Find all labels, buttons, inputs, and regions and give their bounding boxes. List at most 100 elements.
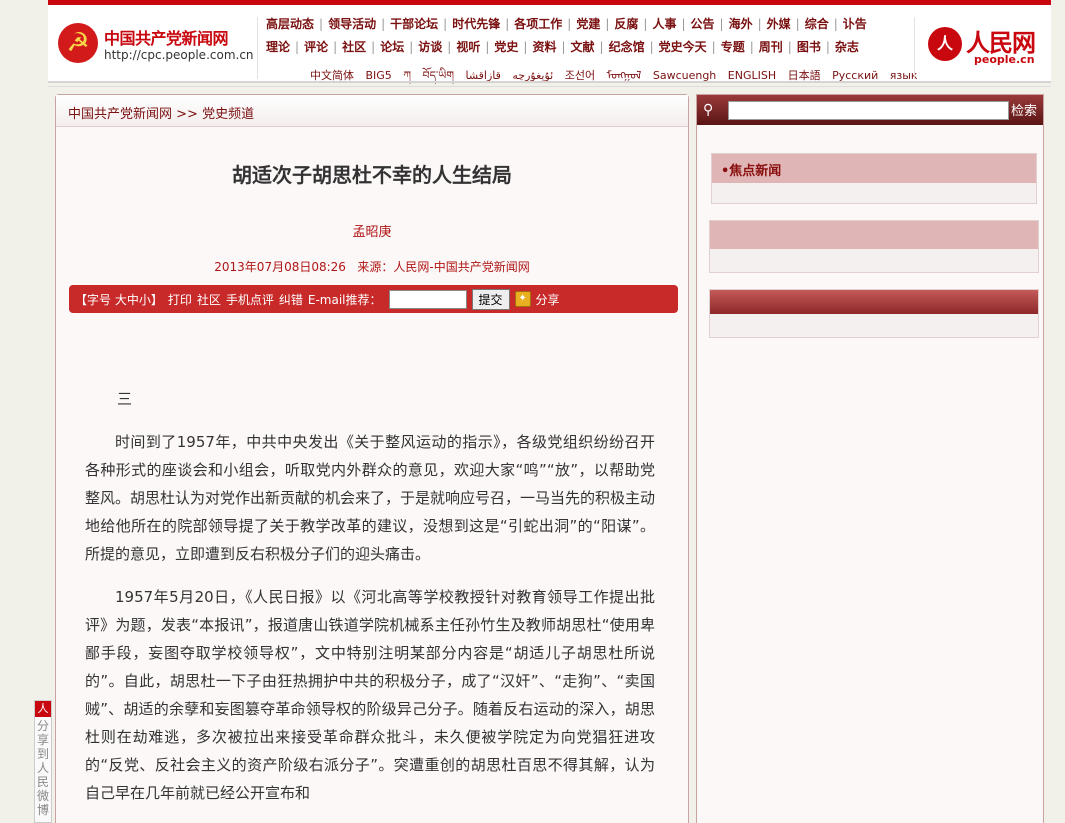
- search-button[interactable]: 检索: [1011, 100, 1037, 119]
- breadcrumb-channel-link[interactable]: 党史频道: [202, 107, 254, 122]
- sidebar-box-header: [710, 221, 1038, 249]
- breadcrumb-separator: >>: [176, 107, 198, 122]
- nav-separator: |: [825, 40, 830, 54]
- nav-link[interactable]: 理论: [266, 40, 290, 54]
- nav-separator: |: [749, 40, 754, 54]
- mobile-comment-link[interactable]: 手机点评: [226, 291, 274, 308]
- sidebar-box: [709, 289, 1039, 338]
- nav-separator: |: [719, 17, 724, 31]
- nav-link[interactable]: 资料: [532, 40, 556, 54]
- search-bar: ⚲ 检索: [697, 95, 1043, 125]
- font-size-control[interactable]: 【字号 大中小】: [75, 291, 163, 308]
- focus-news-box: •焦点新闻: [711, 153, 1037, 204]
- nav-separator: |: [409, 40, 414, 54]
- nav-link[interactable]: 周刊: [759, 40, 783, 54]
- weibo-share-widget[interactable]: 人 分享到人民微博: [34, 700, 52, 823]
- main-nav-row-2: 理论 | 评论 | 社区 | 论坛 | 访谈 | 视听 | 党史 | 资料 | 文献 | 纪念馆 | 党史今天 | 专题 | 周…: [266, 38, 859, 55]
- nav-link[interactable]: 人事: [652, 17, 676, 31]
- nav-link[interactable]: 论坛: [380, 40, 404, 54]
- nav-link[interactable]: 各项工作: [514, 17, 562, 31]
- search-input[interactable]: [728, 101, 1009, 120]
- nav-link[interactable]: 综合: [805, 17, 829, 31]
- nav-separator: |: [447, 40, 452, 54]
- nav-separator: |: [381, 17, 386, 31]
- article-author[interactable]: 孟昭庚: [56, 221, 688, 240]
- nav-separator: |: [505, 17, 510, 31]
- nav-link[interactable]: 党史: [494, 40, 518, 54]
- header-divider-line: [48, 81, 1051, 83]
- breadcrumb: 中国共产党新闻网 >> 党史频道: [56, 95, 688, 127]
- article-toolbar: 【字号 大中小】 打印 社区 手机点评 纠错 E-mail推荐： 提交 ✦ 分享: [69, 285, 678, 313]
- people-logo-url: people.cn: [974, 53, 1035, 66]
- nav-separator: |: [561, 40, 566, 54]
- weibo-share-label: 分享到人民微博: [36, 719, 49, 817]
- header-divider: [257, 17, 258, 79]
- nav-link[interactable]: 纪念馆: [609, 40, 645, 54]
- share-link[interactable]: 分享: [536, 291, 560, 308]
- nav-separator: |: [795, 17, 800, 31]
- nav-separator: |: [787, 40, 792, 54]
- community-link[interactable]: 社区: [197, 291, 221, 308]
- nav-separator: |: [711, 40, 716, 54]
- nav-link[interactable]: 文献: [571, 40, 595, 54]
- nav-separator: |: [333, 40, 338, 54]
- article-source[interactable]: 来源：人民网-中国共产党新闻网: [357, 260, 529, 274]
- nav-link[interactable]: 党建: [576, 17, 600, 31]
- language-links[interactable]: 中文简体 BIG5 ཀ བོད་ཡིག ئۇيغۇرچە قازاقشا 조선어…: [310, 63, 918, 94]
- focus-news-heading[interactable]: •焦点新闻: [712, 154, 1036, 183]
- people-logo[interactable]: 人 人民网 people.cn: [928, 25, 1038, 71]
- breadcrumb-home-link[interactable]: 中国共产党新闻网: [68, 107, 172, 122]
- article-panel: 中国共产党新闻网 >> 党史频道 胡适次子胡思杜不幸的人生结局 孟昭庚 2013…: [55, 94, 689, 823]
- nav-separator: |: [757, 17, 762, 31]
- article-body: 三 时间到了1957年，中共中央发出《关于整风运动的指示》，各级党组织纷纷召开各…: [85, 385, 655, 822]
- print-link[interactable]: 打印: [168, 291, 192, 308]
- nav-separator: |: [599, 40, 604, 54]
- email-label: E-mail推荐：: [307, 292, 382, 307]
- nav-separator: |: [833, 17, 838, 31]
- nav-link[interactable]: 领导活动: [328, 17, 376, 31]
- submit-button[interactable]: 提交: [471, 288, 510, 310]
- nav-link[interactable]: 时代先锋: [452, 17, 500, 31]
- nav-link[interactable]: 视听: [456, 40, 480, 54]
- nav-link[interactable]: 社区: [342, 40, 366, 54]
- nav-link[interactable]: 访谈: [418, 40, 442, 54]
- article-date: 2013年07月08日08:26: [214, 260, 346, 274]
- nav-separator: |: [643, 17, 648, 31]
- nav-link[interactable]: 图书: [797, 40, 821, 54]
- article-title: 胡适次子胡思杜不幸的人生结局: [232, 163, 512, 187]
- nav-separator: |: [319, 17, 324, 31]
- nav-link[interactable]: 反腐: [614, 17, 638, 31]
- nav-link[interactable]: 高层动态: [266, 17, 314, 31]
- weibo-icon: 人: [35, 701, 51, 717]
- header-divider: [914, 17, 915, 79]
- sidebar-box: [709, 220, 1039, 273]
- nav-link[interactable]: 评论: [304, 40, 328, 54]
- nav-separator: |: [605, 17, 610, 31]
- nav-link[interactable]: 讣告: [843, 17, 867, 31]
- logo-name: 中国共产党新闻网: [104, 29, 229, 48]
- nav-link[interactable]: 专题: [721, 40, 745, 54]
- nav-link[interactable]: 外媒: [767, 17, 791, 31]
- site-logo[interactable]: ☭ 中国共产党新闻网 http://cpc.people.com.cn: [58, 21, 254, 71]
- nav-link[interactable]: 杂志: [835, 40, 859, 54]
- nav-separator: |: [649, 40, 654, 54]
- share-icon[interactable]: ✦: [514, 291, 531, 307]
- people-logo-icon: 人: [928, 27, 962, 61]
- nav-link[interactable]: 公告: [691, 17, 715, 31]
- nav-link[interactable]: 干部论坛: [390, 17, 438, 31]
- nav-separator: |: [371, 40, 376, 54]
- correction-link[interactable]: 纠错: [279, 291, 303, 308]
- nav-separator: |: [523, 40, 528, 54]
- article-paragraph: 时间到了1957年，中共中央发出《关于整风运动的指示》，各级党组织纷纷召开各种形…: [85, 433, 656, 563]
- section-number: 三: [117, 390, 133, 408]
- sidebar: ⚲ 检索 •焦点新闻: [696, 94, 1044, 823]
- nav-separator: |: [567, 17, 572, 31]
- nav-separator: |: [295, 40, 300, 54]
- nav-link[interactable]: 海外: [729, 17, 753, 31]
- nav-separator: |: [443, 17, 448, 31]
- nav-separator: |: [485, 40, 490, 54]
- email-input[interactable]: [388, 289, 467, 309]
- nav-link[interactable]: 党史今天: [659, 40, 707, 54]
- logo-url: http://cpc.people.com.cn: [104, 48, 254, 62]
- nav-separator: |: [681, 17, 686, 31]
